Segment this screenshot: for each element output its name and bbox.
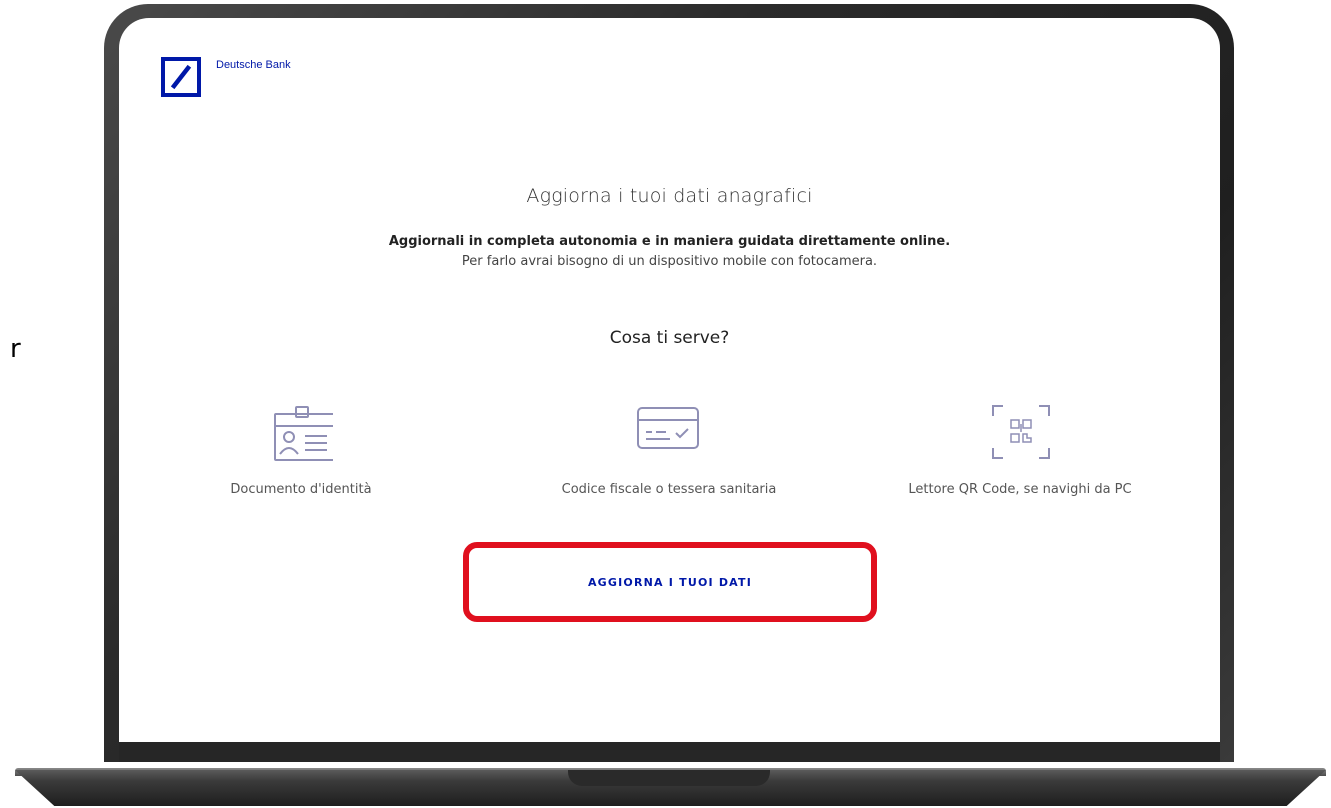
laptop-screen: Deutsche Bank Aggiorna i tuoi dati anagr… [119,18,1220,742]
update-data-button-label: AGGIORNA I TUOI DATI [587,575,753,589]
health-card-icon [636,402,700,462]
stray-character: r [10,334,21,364]
page-title: Aggiorna i tuoi dati anagrafici [526,185,813,207]
screen-bottom-bezel [119,742,1220,762]
id-card-icon [269,402,336,462]
laptop-notch [568,770,770,786]
intro-strong-text: Aggiornali in completa autonomia e in ma… [388,234,951,249]
section-heading: Cosa ti serve? [609,328,730,348]
update-data-button[interactable]: AGGIORNA I TUOI DATI [463,542,877,622]
requirement-label-id: Documento d'identità [230,482,372,497]
brand-name[interactable]: Deutsche Bank [216,59,291,71]
intro-text: Per farlo avrai bisogno di un dispositiv… [461,254,878,269]
requirement-label-qr: Lettore QR Code, se navighi da PC [908,482,1132,497]
qr-code-icon [989,402,1053,462]
requirement-label-tax-code: Codice fiscale o tessera sanitaria [561,482,777,497]
deutsche-bank-logo-icon[interactable] [161,57,201,97]
